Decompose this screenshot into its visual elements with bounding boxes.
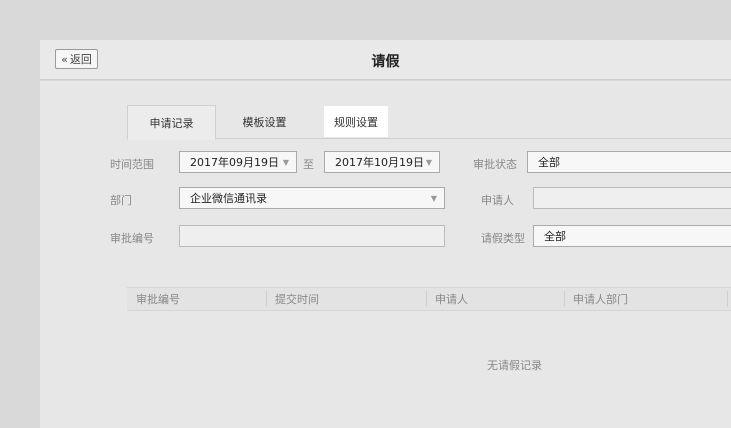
column-approval-number[interactable]: 审批编号 <box>127 288 266 310</box>
caret-down-icon: ▼ <box>425 158 432 167</box>
department-select[interactable]: 企业微信通讯录 ▼ <box>179 187 445 209</box>
tab-rule-settings[interactable]: 规则设置 <box>324 106 388 137</box>
to-label: 至 <box>303 158 314 171</box>
column-divider <box>727 291 728 307</box>
end-date-select[interactable]: 2017年10月19日 ▼ <box>324 151 440 173</box>
applicant-input[interactable] <box>533 187 731 209</box>
leave-type-label: 请假类型 <box>481 232 525 245</box>
applicant-label: 申请人 <box>481 194 514 207</box>
tab-bar: 申请记录 模板设置 规则设置 <box>127 105 731 140</box>
column-applicant-department[interactable]: 申请人部门 <box>564 288 727 310</box>
department-label: 部门 <box>110 194 132 207</box>
leave-type-select[interactable]: 全部 <box>533 225 731 247</box>
tab-template-settings[interactable]: 模板设置 <box>227 105 302 139</box>
column-submit-time[interactable]: 提交时间 <box>266 288 426 310</box>
records-table-header: 审批编号 提交时间 申请人 申请人部门 <box>127 287 731 311</box>
approval-number-label: 审批编号 <box>110 232 154 245</box>
start-date-select[interactable]: 2017年09月19日 ▼ <box>179 151 297 173</box>
approval-status-select[interactable]: 全部 <box>527 151 731 173</box>
leave-type-value: 全部 <box>544 230 566 243</box>
empty-state-text: 无请假记录 <box>487 359 542 372</box>
approval-status-value: 全部 <box>538 156 560 169</box>
time-range-label: 时间范围 <box>110 158 154 171</box>
tab-application-records[interactable]: 申请记录 <box>127 105 216 140</box>
column-applicant[interactable]: 申请人 <box>426 288 564 310</box>
page-title: 请假 <box>371 54 400 70</box>
end-date-value: 2017年10月19日 <box>335 156 424 169</box>
approval-status-label: 审批状态 <box>473 158 517 171</box>
main-content: 申请记录 模板设置 规则设置 时间范围 2017年09月19日 ▼ 至 2017… <box>40 81 731 428</box>
start-date-value: 2017年09月19日 <box>190 156 279 169</box>
caret-down-icon: ▼ <box>430 194 437 203</box>
approval-number-input[interactable] <box>179 225 445 247</box>
department-value: 企业微信通讯录 <box>190 192 267 205</box>
window-header: « 返回 请假 <box>40 40 731 80</box>
caret-down-icon: ▼ <box>282 158 289 167</box>
